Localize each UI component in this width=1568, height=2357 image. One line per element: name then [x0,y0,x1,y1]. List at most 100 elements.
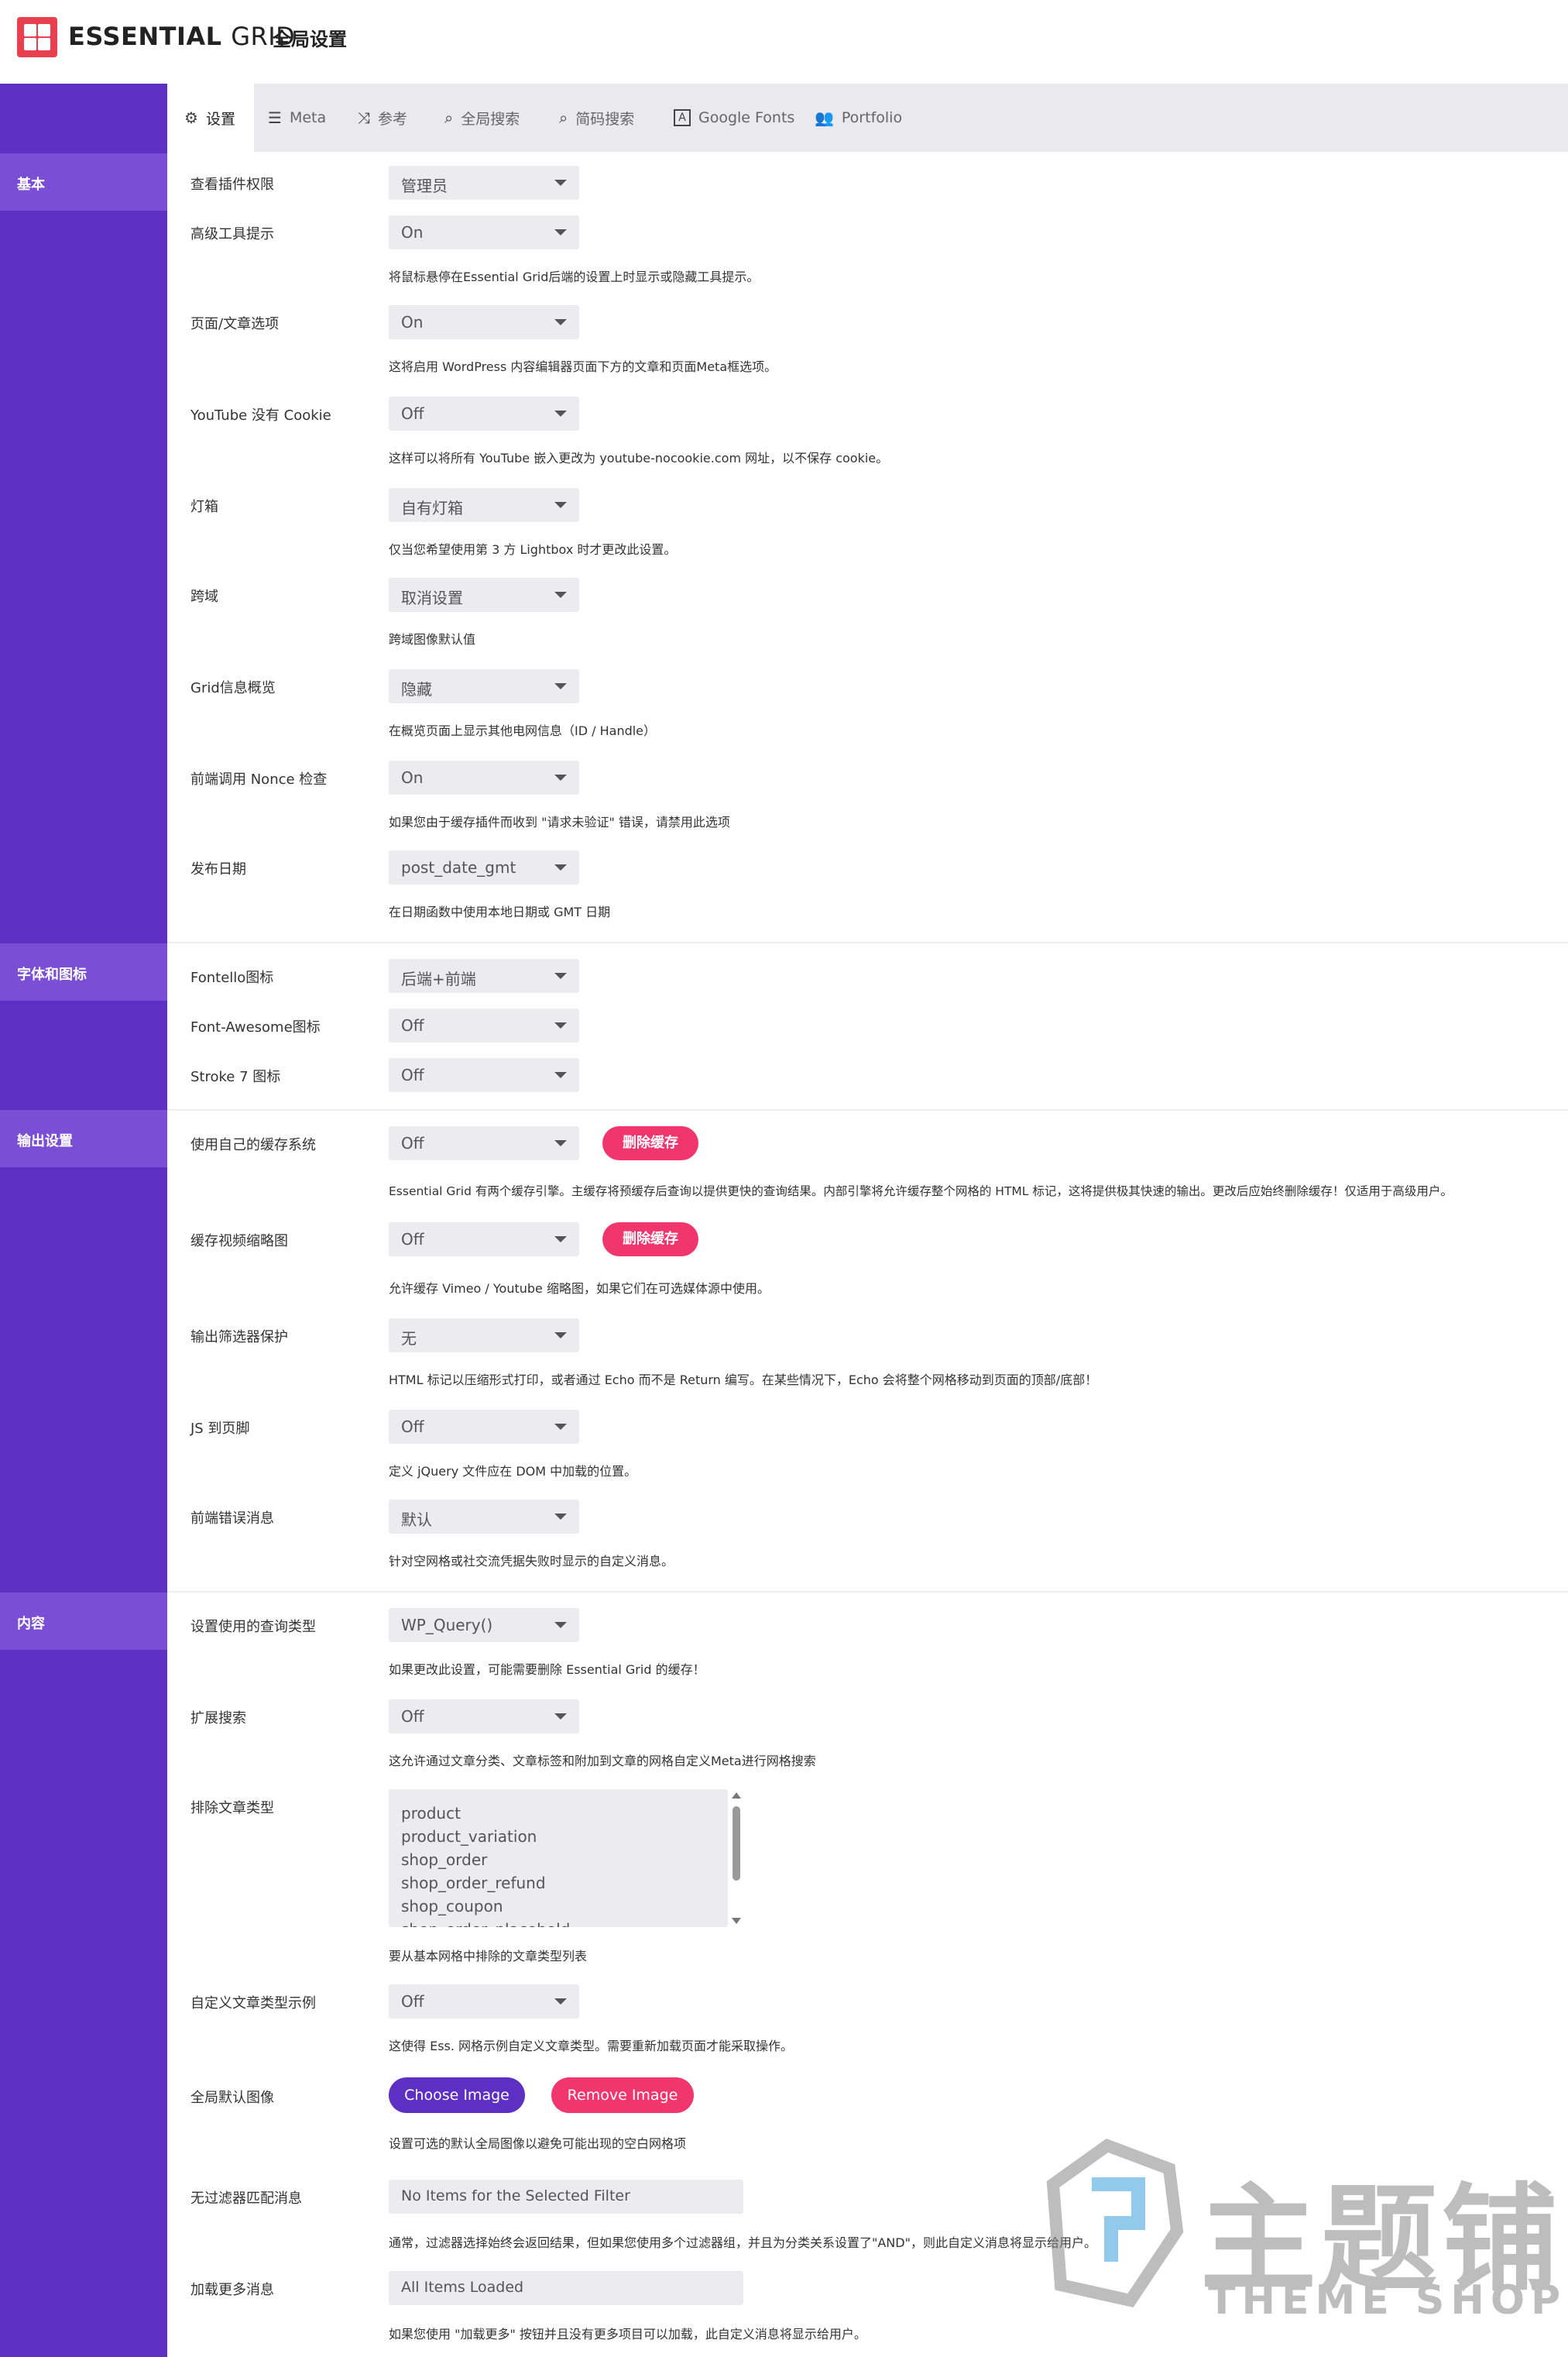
scroll-down-icon[interactable] [732,1918,741,1924]
setting-label: 页面/文章选项 [190,316,280,332]
setting-label: 高级工具提示 [190,226,274,242]
setting-label: 排除文章类型 [190,1800,274,1816]
setting-label: 查看插件权限 [190,177,274,193]
setting-label: 输出筛选器保护 [190,1329,288,1345]
delete-cache-button[interactable]: 删除缓存 [602,1126,698,1160]
setting-label: Font-Awesome图标 [190,1019,321,1036]
settings-main: 查看插件权限 管理员 高级工具提示 On 将鼠标悬停在Essential Gri… [167,152,1568,2357]
setting-label: Fontello图标 [190,970,274,986]
setting-label: 跨域 [190,589,218,605]
setting-label: 自定义文章类型示例 [190,1995,316,2012]
font-awesome-select[interactable]: Off [389,1008,579,1043]
watermark-text-en: THEME SHOP [1208,2277,1567,2324]
setting-label: 发布日期 [190,861,246,878]
delete-video-cache-button[interactable]: 删除缓存 [602,1222,698,1256]
tab-bar: ⚙ 设置 ☰ Meta ⤨ 参考 ⌕ 全局搜索 ⌕ 简码搜索 A Google Fonts … [167,84,1568,152]
tab-meta[interactable]: ☰ Meta [268,84,326,152]
list-item[interactable]: shop_coupon [401,1895,728,1918]
query-type-select[interactable]: WP_Query() [389,1608,579,1642]
section-divider [167,942,1568,943]
page-post-options-select[interactable]: On [389,305,579,339]
sidebar: 基本 字体和图标 输出设置 内容 [0,84,167,2357]
setting-desc: 如果更改此设置，可能需要删除 Essential Grid 的缓存！ [389,1662,705,1677]
setting-desc: 在日期函数中使用本地日期或 GMT 日期 [389,905,611,919]
scroll-up-icon[interactable] [732,1792,741,1799]
section-label-output[interactable]: 输出设置 [0,1110,167,1167]
setting-desc: 将鼠标悬停在Essential Grid后端的设置上时显示或隐藏工具提示。 [389,270,760,284]
publish-date-select[interactable]: post_date_gmt [389,850,579,885]
cross-origin-select[interactable]: 取消设置 [389,578,579,612]
tab-google-fonts[interactable]: A Google Fonts [674,84,794,152]
setting-label: 无过滤器匹配消息 [190,2190,302,2207]
list-item[interactable]: product [401,1802,728,1825]
section-label-content[interactable]: 内容 [0,1593,167,1650]
no-filter-message-input[interactable]: No Items for the Selected Filter [389,2180,743,2214]
setting-label: 缓存视频缩略图 [190,1233,288,1249]
choose-image-button[interactable]: Choose Image [389,2077,525,2113]
list-item[interactable]: shop_order [401,1848,728,1871]
setting-label: 使用自己的缓存系统 [190,1137,316,1153]
section-label-fonts[interactable]: 字体和图标 [0,943,167,1001]
fontello-select[interactable]: 后端+前端 [389,959,579,993]
setting-label: JS 到页脚 [190,1421,250,1437]
plugin-permission-select[interactable]: 管理员 [389,166,579,200]
own-cache-select[interactable]: Off [389,1126,579,1160]
setting-desc: 允许缓存 Vimeo / Youtube 缩略图，如果它们在可选媒体源中使用。 [389,1281,770,1296]
tab-shortcode-search[interactable]: ⌕ 简码搜索 [559,84,634,152]
custom-post-type-select[interactable]: Off [389,1984,579,2019]
setting-label: 加载更多消息 [190,2282,274,2298]
setting-label: 前端错误消息 [190,1510,274,1527]
setting-desc: 这样可以将所有 YouTube 嵌入更改为 youtube-nocookie.c… [389,451,889,466]
stroke7-select[interactable]: Off [389,1058,579,1092]
search-icon: ⌕ [559,108,568,127]
setting-label: 前端调用 Nonce 检查 [190,771,328,788]
list-item[interactable]: product_variation [401,1825,728,1848]
frontend-error-select[interactable]: 默认 [389,1500,579,1534]
setting-desc: 这将启用 WordPress 内容编辑器页面下方的文章和页面Meta框选项。 [389,359,777,374]
remove-image-button[interactable]: Remove Image [551,2077,694,2113]
advanced-tooltips-select[interactable]: On [389,215,579,249]
setting-label: 扩展搜索 [190,1710,246,1727]
youtube-nocookie-select[interactable]: Off [389,397,579,431]
users-icon: 👥 [815,108,834,127]
search-icon: ⌕ [444,108,454,127]
setting-desc: HTML 标记以压缩形式打印，或者通过 Echo 而不是 Return 编写。在… [389,1373,1098,1387]
scroll-thumb[interactable] [733,1806,740,1881]
tab-portfolio[interactable]: 👥 Portfolio [815,84,902,152]
section-divider [167,1591,1568,1593]
list-item[interactable]: shop_order_refund [401,1871,728,1895]
js-footer-select[interactable]: Off [389,1410,579,1444]
setting-desc: 这允许通过文章分类、文章标签和附加到文章的网格自定义Meta进行网格搜索 [389,1754,816,1768]
watermark: 主题铺 THEME SHOP [1030,2122,1560,2347]
font-icon: A [674,109,691,126]
tab-settings[interactable]: ⚙ 设置 [167,84,254,152]
setting-label: YouTube 没有 Cookie [190,407,331,424]
list-item[interactable]: shop_order_placehold [401,1918,728,1927]
setting-desc: 设置可选的默认全局图像以避免可能出现的空白网格项 [389,2136,687,2151]
section-divider [167,1109,1568,1111]
setting-desc: Essential Grid 有两个缓存引擎。主缓存将预缓存后查询以提供更快的查… [389,1184,1453,1198]
exclude-post-types-listbox[interactable]: product product_variation shop_order sho… [389,1789,728,1927]
tab-global-search[interactable]: ⌕ 全局搜索 [444,84,520,152]
setting-desc: 仅当您希望使用第 3 方 Lightbox 时才更改此设置。 [389,542,677,557]
setting-label: Grid信息概览 [190,680,276,696]
setting-desc: 如果您由于缓存插件而收到 "请求未验证" 错误，请禁用此选项 [389,815,730,830]
listbox-scrollbar[interactable] [729,1789,743,1927]
load-more-message-input[interactable]: All Items Loaded [389,2271,743,2305]
grid-info-select[interactable]: 隐藏 [389,669,579,703]
nonce-check-select[interactable]: On [389,761,579,795]
setting-desc: 针对空网格或社交流凭据失败时显示的自定义消息。 [389,1554,674,1568]
output-filter-select[interactable]: 无 [389,1318,579,1352]
tab-reference[interactable]: ⤨ 参考 [358,84,407,152]
section-label-basic[interactable]: 基本 [0,153,167,211]
app-logo-text: ESSENTIAL GRID [68,22,296,51]
extended-search-select[interactable]: Off [389,1699,579,1733]
setting-desc: 要从基本网格中排除的文章类型列表 [389,1949,588,1964]
watermark-logo-icon [1046,2139,1184,2307]
setting-label: Stroke 7 图标 [190,1069,281,1085]
gear-icon: ⚙ [184,108,198,127]
setting-desc: 通常，过滤器选择始终会返回结果，但如果您使用多个过滤器组，并且为分类关系设置了"… [389,2235,1096,2250]
video-thumb-cache-select[interactable]: Off [389,1222,579,1256]
lightbox-select[interactable]: 自有灯箱 [389,488,579,522]
setting-desc: 定义 jQuery 文件应在 DOM 中加载的位置。 [389,1464,637,1479]
